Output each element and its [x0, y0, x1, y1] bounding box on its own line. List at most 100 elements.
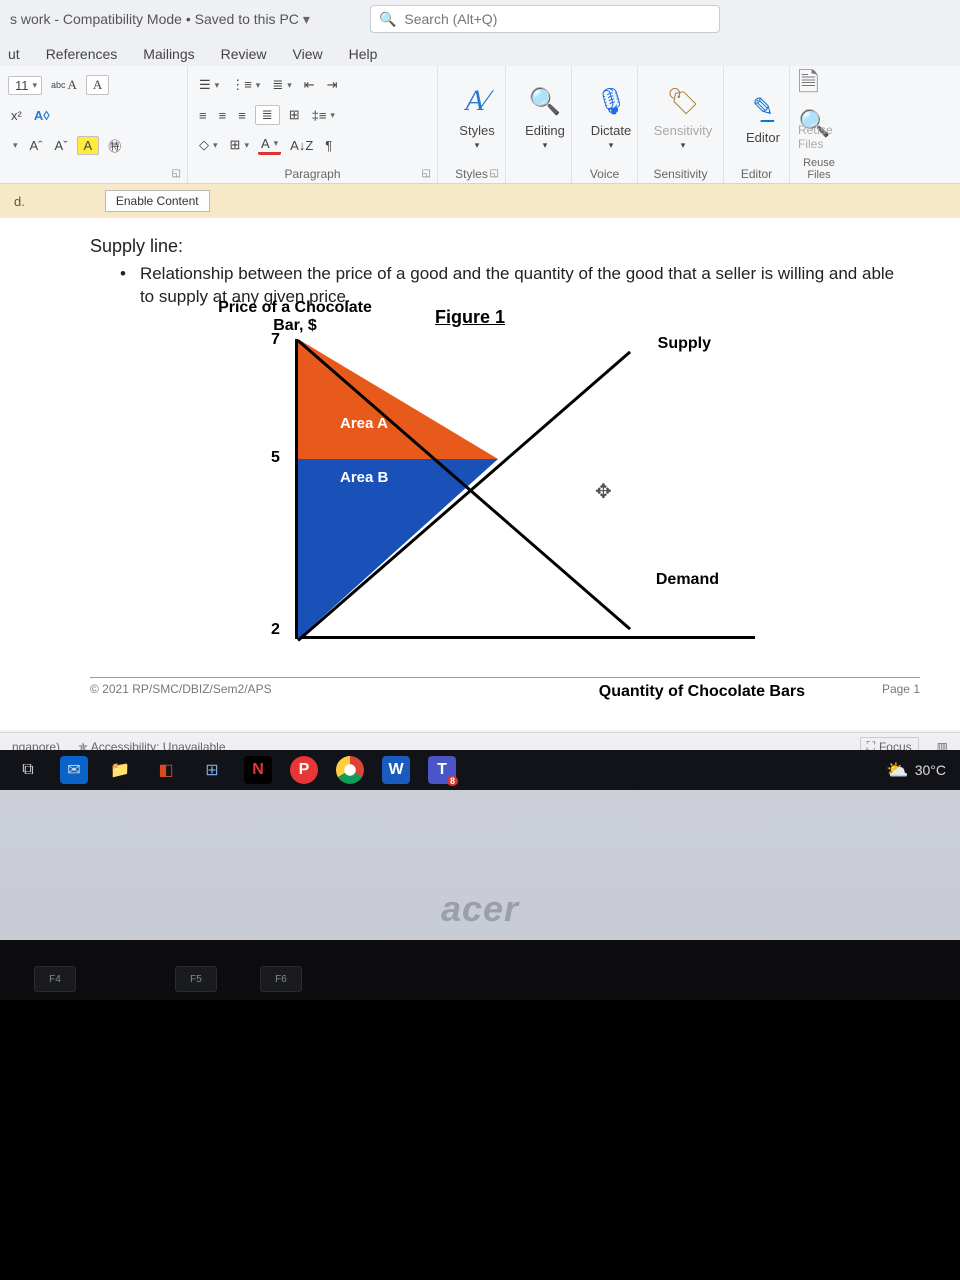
title-dropdown-icon[interactable]: ▾ — [303, 11, 310, 28]
title-bar: s work - Compatibility Mode • Saved to t… — [0, 0, 960, 38]
distribute-button[interactable]: ⊞ — [286, 106, 303, 124]
ribbon: 11 abcA A x² A◊ Aˆ Aˇ A ㊕ ◱ — [0, 66, 960, 184]
line-spacing-button[interactable]: ‡≡ — [309, 107, 338, 124]
ytick-5: 5 — [271, 449, 280, 467]
document-title: s work - Compatibility Mode • Saved to t… — [10, 11, 299, 27]
key-f5: F5 — [175, 966, 217, 992]
sensitivity-button[interactable]: 🏷 Sensitivity ▾ — [646, 70, 720, 162]
area-a-label: Area A — [340, 415, 388, 432]
styles-launcher-icon[interactable]: ◱ — [490, 168, 499, 179]
voice-group-label: Voice — [572, 167, 637, 181]
multilevel-button[interactable]: ≣ — [269, 76, 294, 94]
tab-view[interactable]: View — [291, 42, 325, 66]
supply-demand-chart: Price of a Chocolate Bar, $ Figure 1 Sup… — [175, 339, 815, 699]
search-box[interactable]: 🔍 Search (Alt+Q) — [370, 5, 720, 33]
move-cursor-icon: ✥ — [595, 479, 612, 504]
editor-group-label: Editor — [724, 167, 789, 181]
ytick-7: 7 — [271, 331, 280, 349]
paragraph-group-label: Paragraph — [188, 167, 437, 181]
task-view-icon[interactable]: ⧉ — [14, 756, 42, 784]
highlight-button[interactable]: A — [77, 136, 100, 155]
align-right-button[interactable]: ≡ — [235, 107, 249, 124]
netflix-icon[interactable]: N — [244, 756, 272, 784]
clear-format-button[interactable]: abcA — [48, 76, 80, 94]
font-grow-shrink[interactable] — [8, 139, 21, 152]
shrink-font-button[interactable]: Aˇ — [52, 137, 71, 154]
dictate-button[interactable]: 🎙 Dictate ▾ — [580, 70, 642, 162]
change-case-button[interactable]: A — [86, 75, 109, 95]
file-explorer-icon[interactable]: 📁 — [106, 756, 134, 784]
tab-mailings[interactable]: Mailings — [141, 42, 196, 66]
security-marker: d. — [14, 194, 25, 209]
mail-icon[interactable]: ✉ — [60, 756, 88, 784]
phonetic-button[interactable]: ㊕ — [105, 135, 124, 156]
document-footer: © 2021 RP/SMC/DBIZ/Sem2/APS Page 1 — [90, 677, 920, 696]
windows-taskbar: ⧉ ✉ 📁 ◧ ⊞ N P W T8 ⛅ 30°C — [0, 750, 960, 790]
text-effects-button[interactable]: A◊ — [31, 107, 53, 124]
styles-group: A∕ Styles ▾ Styles ◱ — [438, 66, 506, 183]
bullets-button[interactable]: ☰ — [196, 76, 222, 94]
align-center-button[interactable]: ≡ — [216, 107, 230, 124]
key-f6: F6 — [260, 966, 302, 992]
powerpoint-icon[interactable]: P — [290, 756, 318, 784]
voice-group: 🎙 Dictate ▾ Voice — [572, 66, 638, 183]
justify-button[interactable]: ≣ — [255, 105, 280, 125]
indent-button[interactable]: ⇥ — [324, 76, 341, 94]
align-left-button[interactable]: ≡ — [196, 107, 210, 124]
grow-font-button[interactable]: Aˆ — [27, 137, 46, 154]
numbering-button[interactable]: ⋮≡ — [228, 76, 263, 94]
laptop-brand-logo: acer — [441, 888, 519, 930]
tab-layout[interactable]: ut — [6, 42, 22, 66]
footer-page: Page 1 — [882, 682, 920, 696]
find-icon: 🔍 — [529, 81, 561, 121]
chrome-icon[interactable] — [336, 756, 364, 784]
weather-icon: ⛅ — [886, 760, 908, 781]
store-icon[interactable]: ⊞ — [198, 756, 226, 784]
word-icon[interactable]: W — [382, 756, 410, 784]
weather-widget[interactable]: ⛅ 30°C — [886, 760, 946, 781]
teams-badge: 8 — [447, 776, 458, 786]
font-group-launcher-icon[interactable]: ◱ — [172, 168, 181, 179]
show-marks-button[interactable]: ¶ — [322, 137, 335, 154]
chart-ylabel: Price of a Chocolate Bar, $ — [215, 299, 375, 335]
enable-content-button[interactable]: Enable Content — [105, 190, 210, 212]
editing-button[interactable]: 🔍 Editing ▾ — [514, 70, 576, 162]
sort-button[interactable]: A↓Z — [287, 137, 316, 154]
search-placeholder: Search (Alt+Q) — [404, 11, 497, 27]
paragraph-group: ☰ ⋮≡ ≣ ⇤ ⇥ ≡ ≡ ≡ ≣ ⊞ ‡≡ ◇ ⊞ A — [188, 66, 438, 183]
bullet-icon: • — [120, 263, 126, 309]
editor-button[interactable]: ✎̲ Editor — [732, 70, 794, 162]
borders-button[interactable]: ⊞ — [227, 136, 252, 154]
microphone-icon: 🎙 — [594, 81, 627, 121]
ribbon-tabs: ut References Mailings Review View Help — [0, 38, 960, 66]
temperature: 30°C — [915, 762, 946, 778]
tab-references[interactable]: References — [44, 42, 120, 66]
chevron-down-icon: ▾ — [681, 140, 686, 151]
security-warning-bar: d. Enable Content — [0, 184, 960, 218]
reuse-icon: 🗎🔍 — [798, 81, 848, 121]
teams-icon[interactable]: T8 — [428, 756, 456, 784]
superscript-button[interactable]: x² — [8, 107, 25, 124]
font-color-button[interactable]: A — [258, 135, 281, 155]
chevron-down-icon: ▾ — [543, 140, 548, 151]
area-a-region — [298, 339, 498, 459]
heading-supply-line: Supply line: — [90, 236, 900, 257]
reuse-group-label: Reuse Files — [790, 157, 848, 181]
styles-button[interactable]: A∕ Styles ▾ — [446, 70, 508, 162]
reuse-group: 🗎🔍 Reuse Files Reuse Files — [790, 66, 848, 183]
ytick-2: 2 — [271, 621, 280, 639]
tab-review[interactable]: Review — [219, 42, 269, 66]
outdent-button[interactable]: ⇤ — [301, 76, 318, 94]
tab-help[interactable]: Help — [347, 42, 380, 66]
editor-icon: ✎̲ — [752, 88, 774, 128]
editor-group: ✎̲ Editor Editor — [724, 66, 790, 183]
shading-button[interactable]: ◇ — [196, 136, 221, 154]
key-f4: F4 — [34, 966, 76, 992]
document-page[interactable]: Supply line: • Relationship between the … — [0, 218, 960, 730]
chevron-down-icon: ▾ — [609, 140, 614, 151]
font-size-select[interactable]: 11 — [8, 76, 42, 95]
paragraph-launcher-icon[interactable]: ◱ — [422, 168, 431, 179]
laptop-keyboard: F4 F5 F6 — [0, 940, 960, 1000]
office-icon[interactable]: ◧ — [152, 756, 180, 784]
reuse-files-button[interactable]: 🗎🔍 Reuse Files — [798, 70, 848, 162]
